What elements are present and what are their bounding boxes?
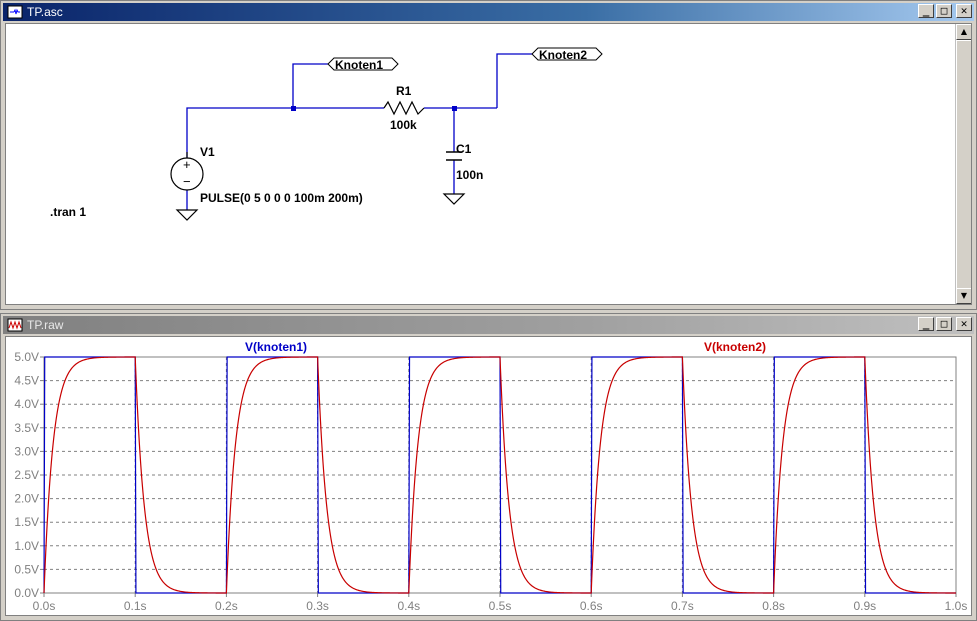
y-tick-label: 1.5V [14,515,39,529]
y-tick-label: 2.5V [14,468,39,482]
waveform-window-title: TP.raw [27,318,64,332]
waveform-window: TP.raw _ □ ✕ 0.0V 0.5V 1.0V 1.5V 2.0V 2.5V 3.0… [0,313,977,621]
v1-value[interactable]: PULSE(0 5 0 0 0 100m 200m) [200,191,363,205]
y-tick-label: 1.0V [14,539,39,553]
wires [186,53,532,210]
maximize-button[interactable]: □ [936,4,952,18]
x-tick-label: 1.0s [945,599,968,613]
y-tick-label: 4.5V [14,374,39,388]
junction-dot-knoten2 [452,106,457,111]
r1-name[interactable]: R1 [396,84,412,98]
r1-resistor[interactable] [383,100,425,116]
y-tick-label: 5.0V [14,350,39,364]
close-button[interactable]: ✕ [956,317,972,331]
waveform-doc-icon [7,318,23,332]
trace-label-vknoten1[interactable]: V(knoten1) [245,340,307,354]
y-tick-label: 3.0V [14,444,39,458]
schematic-vertical-scrollbar[interactable]: ▲ ▼ [955,24,971,304]
c1-name[interactable]: C1 [456,142,472,156]
x-tick-label: 0.1s [124,599,147,613]
x-tick-label: 0.2s [215,599,238,613]
net-label-knoten1[interactable]: Knoten1 [327,57,399,72]
minimize-button[interactable]: _ [918,4,934,18]
v1-voltage-source[interactable]: + − [170,152,204,191]
x-tick-label: 0.5s [489,599,512,613]
y-tick-label: 4.0V [14,397,39,411]
schematic-drawing: + − V1 PULSE(0 5 0 0 0 100m 200m) R1 100… [50,47,603,221]
v1-name[interactable]: V1 [200,145,215,159]
y-axis-ticks: 0.0V 0.5V 1.0V 1.5V 2.0V 2.5V 3.0V 3.5V 4.0V 4.5V… [14,350,44,600]
y-tick-label: 0.5V [14,562,39,576]
waveform-window-controls: _ □ ✕ [918,317,972,333]
x-axis-ticks: 0.0s 0.1s 0.2s 0.3s 0.4s 0.5s 0.6s 0.7s 0.8s 0.9s… [33,593,968,613]
waveform-titlebar[interactable]: TP.raw _ □ ✕ [3,316,974,334]
schematic-doc-icon [7,5,23,19]
c1-value[interactable]: 100n [456,168,483,182]
scroll-up-button[interactable]: ▲ [956,24,971,40]
x-tick-label: 0.8s [762,599,785,613]
schematic-window: TP.asc _ □ ✕ + − V1 PULSE(0 5 0 0 0 100m… [0,0,977,310]
scroll-thumb[interactable] [956,40,971,295]
x-tick-label: 0.0s [33,599,56,613]
x-tick-label: 0.6s [580,599,603,613]
x-tick-label: 0.4s [397,599,420,613]
knoten2-label: Knoten2 [539,48,587,62]
ground-icon-v1 [175,209,199,221]
maximize-button[interactable]: □ [936,317,952,331]
schematic-titlebar[interactable]: TP.asc _ □ ✕ [3,3,974,21]
trace-label-vknoten2[interactable]: V(knoten2) [704,340,766,354]
tran-directive[interactable]: .tran 1 [50,205,86,219]
waveform-canvas[interactable]: 0.0V 0.5V 1.0V 1.5V 2.0V 2.5V 3.0V 3.5V 4.0V 4.5V… [5,336,972,616]
x-tick-label: 0.7s [671,599,694,613]
waveform-plot: 0.0V 0.5V 1.0V 1.5V 2.0V 2.5V 3.0V 3.5V 4.0V 4.5V… [14,340,968,613]
knoten1-label: Knoten1 [335,58,383,72]
ground-icon-c1 [442,193,466,205]
schematic-window-title: TP.asc [27,5,63,19]
y-tick-label: 2.0V [14,492,39,506]
y-tick-label: 3.5V [14,421,39,435]
svg-text:−: − [183,174,191,189]
wire-knoten1[interactable] [292,63,328,108]
minimize-button[interactable]: _ [918,317,934,331]
svg-text:+: + [183,157,191,172]
schematic-canvas[interactable]: + − V1 PULSE(0 5 0 0 0 100m 200m) R1 100… [5,23,972,305]
wire-knoten2[interactable] [496,53,532,108]
x-tick-label: 0.3s [306,599,329,613]
trace-legend: V(knoten1) V(knoten2) [245,340,766,354]
net-label-knoten2[interactable]: Knoten2 [531,47,603,62]
close-button[interactable]: ✕ [956,4,972,18]
x-tick-label: 0.9s [853,599,876,613]
y-tick-label: 0.0V [14,586,39,600]
junction-dot-knoten1 [291,106,296,111]
scroll-down-button[interactable]: ▼ [956,288,971,304]
r1-value[interactable]: 100k [390,118,417,132]
schematic-window-controls: _ □ ✕ [918,4,972,20]
